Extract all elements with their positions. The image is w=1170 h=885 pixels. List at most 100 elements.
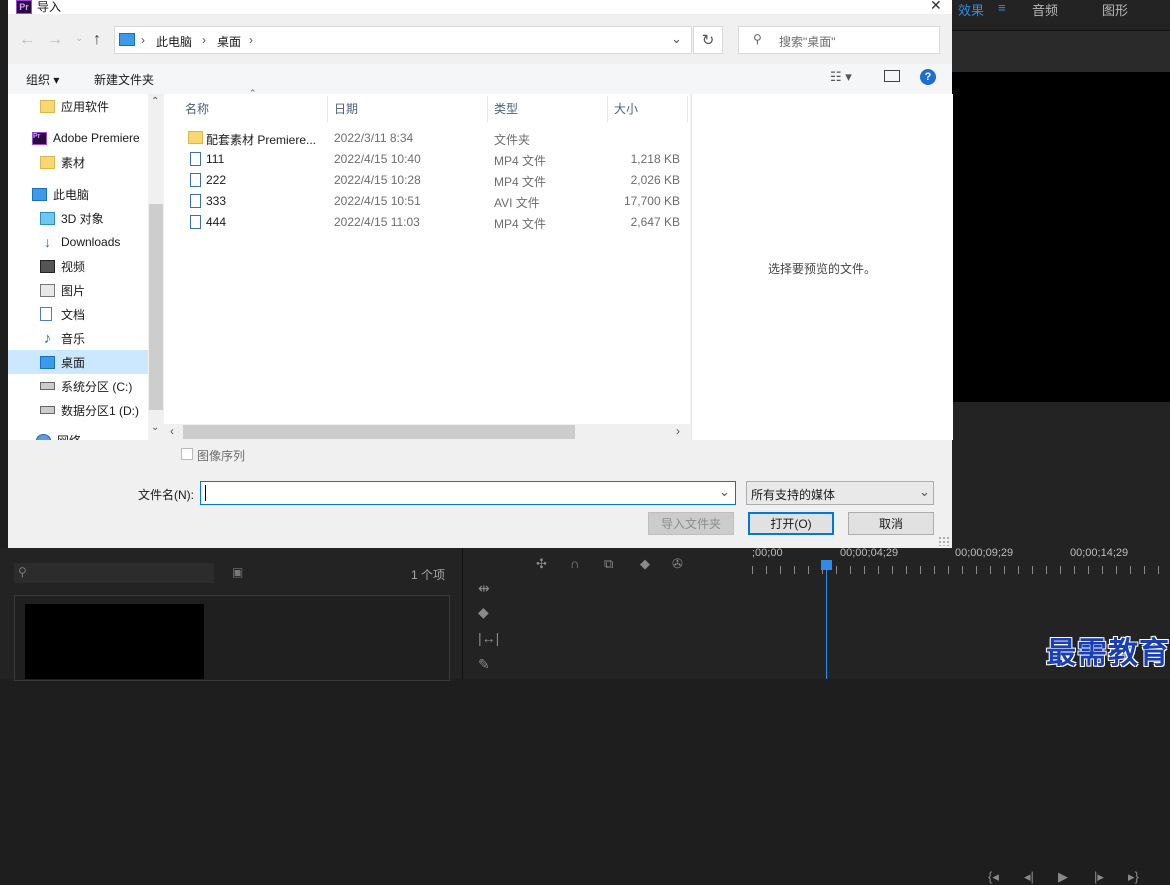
filename-label: 文件名(N): — [138, 488, 194, 502]
file-row-444[interactable]: 444 2022/4/15 11:03 MP4 文件 2,647 KB — [164, 212, 690, 233]
sidebar-item-label: 数据分区1 (D:) — [61, 403, 140, 418]
drive-icon — [40, 406, 55, 414]
nest-icon[interactable]: ✣ — [536, 556, 547, 572]
sidebar-item-music[interactable]: ♪ 音乐 — [8, 326, 148, 350]
search-icon: ⚲ — [18, 565, 27, 579]
cancel-button[interactable]: 取消 — [848, 512, 934, 535]
sidebar-item-drive-c[interactable]: 系统分区 (C:) — [8, 374, 148, 398]
address-bar[interactable]: › 此电脑 › 桌面 › ⌄ — [114, 26, 692, 54]
dialog-toolbar: 组织 ▾ 新建文件夹 ☷ ▾ ? — [8, 64, 952, 94]
sidebar-item-label: 此电脑 — [53, 187, 90, 202]
play-icon[interactable]: ▶ — [1058, 869, 1068, 885]
refresh-button[interactable]: ↻ — [693, 26, 723, 54]
import-folder-button[interactable]: 导入文件夹 — [648, 512, 734, 535]
breadcrumb-separator-icon: › — [202, 33, 206, 47]
folder-icon — [40, 99, 55, 113]
sidebar-item-label: 系统分区 (C:) — [61, 379, 133, 394]
back-arrow-icon[interactable]: ← — [19, 31, 35, 49]
snap-magnet-icon[interactable]: ∩ — [570, 556, 579, 571]
new-folder-button[interactable]: 新建文件夹 — [94, 71, 154, 88]
sidebar-item-videos[interactable]: 视频 — [8, 254, 148, 278]
scroll-right-icon[interactable]: › — [676, 424, 680, 438]
timeline-ruler[interactable] — [752, 566, 1170, 574]
project-item-count: 1 个项 — [411, 568, 446, 582]
sidebar-item-downloads[interactable]: ↓ Downloads — [8, 230, 148, 254]
pc-icon — [32, 187, 47, 201]
tab-graphics[interactable]: 图形 — [1102, 0, 1128, 19]
filename-dropdown-icon[interactable]: ⌄ — [719, 484, 730, 500]
sidebar-item-label: 桌面 — [61, 355, 86, 370]
desktop-icon — [40, 355, 55, 369]
navigation-scroll-thumb[interactable] — [149, 204, 163, 410]
slip-icon[interactable]: |↔| — [478, 630, 499, 646]
dialog-title: 导入 — [37, 0, 62, 14]
column-header-name[interactable]: 名称 — [164, 96, 328, 122]
sidebar-item-adobe-premiere[interactable]: Pr Adobe Premiere — [8, 126, 148, 150]
project-search-input[interactable]: ⚲ — [14, 563, 214, 583]
step-forward-icon[interactable]: |▸ — [1094, 869, 1104, 885]
recent-chevron-icon[interactable]: ⌄ — [75, 33, 83, 44]
tab-audio[interactable]: 音频 — [1032, 0, 1058, 19]
wrench-icon[interactable]: ✇ — [672, 556, 683, 572]
document-icon — [40, 307, 52, 321]
timecode-2: 00;00;09;29 — [955, 547, 1014, 559]
filename-input[interactable]: ⌄ — [200, 481, 736, 505]
menu-lines-icon[interactable]: ≡ — [998, 0, 1006, 15]
preview-pane-icon[interactable] — [884, 70, 900, 82]
resize-grip[interactable] — [938, 536, 950, 546]
file-size: 1,218 KB — [630, 152, 680, 166]
sidebar-item-apps[interactable]: 应用软件 — [8, 94, 148, 118]
sidebar-item-this-pc[interactable]: 此电脑 — [8, 182, 148, 206]
ripple-edit-icon[interactable]: ⇹ — [478, 580, 490, 597]
go-to-out-icon[interactable]: ▸} — [1128, 869, 1139, 885]
linked-selection-icon[interactable]: ⧉ — [604, 556, 613, 572]
sidebar-item-3d-objects[interactable]: 3D 对象 — [8, 206, 148, 230]
forward-arrow-icon[interactable]: → — [47, 31, 63, 49]
file-name: 配套素材 Premiere... — [206, 133, 317, 147]
sidebar-item-assets[interactable]: 素材 — [8, 150, 148, 174]
up-arrow-icon[interactable]: ↑ — [93, 31, 101, 49]
help-icon[interactable]: ? — [920, 69, 936, 85]
close-icon[interactable]: ✕ — [930, 0, 942, 14]
column-header-size[interactable]: 大小 — [608, 96, 688, 122]
image-sequence-checkbox[interactable] — [181, 448, 193, 460]
sidebar-item-drive-d[interactable]: 数据分区1 (D:) — [8, 398, 148, 422]
file-name: 222 — [206, 173, 227, 187]
organize-button[interactable]: 组织 ▾ — [26, 71, 59, 88]
timecode-1: 00;00;04;29 — [840, 547, 899, 559]
step-back-icon[interactable]: ◂| — [1024, 869, 1034, 885]
column-header-type[interactable]: 类型 — [488, 96, 608, 122]
view-options-icon[interactable]: ☷ ▾ — [830, 69, 852, 85]
file-row-folder[interactable]: 配套素材 Premiere... 2022/3/11 8:34 文件夹 — [164, 128, 690, 149]
sidebar-item-documents[interactable]: 文档 — [8, 302, 148, 326]
go-to-in-icon[interactable]: {◂ — [988, 869, 999, 885]
column-header-date[interactable]: 日期 — [328, 96, 488, 122]
breadcrumb-desktop[interactable]: 桌面 — [217, 33, 241, 50]
pen-icon[interactable]: ✎ — [478, 656, 490, 673]
sidebar-item-network[interactable]: 网络 — [8, 428, 148, 440]
sidebar-item-pictures[interactable]: 图片 — [8, 278, 148, 302]
timecode-3: 00;00;14;29 — [1070, 547, 1129, 559]
sidebar-item-desktop[interactable]: 桌面 — [8, 350, 148, 374]
tab-effects[interactable]: 效果 — [958, 0, 984, 19]
bin-icon[interactable]: ▣ — [232, 565, 243, 579]
scroll-up-icon[interactable]: ⌃ — [151, 96, 159, 107]
video-file-icon — [190, 173, 201, 187]
file-row-222[interactable]: 222 2022/4/15 10:28 MP4 文件 2,026 KB — [164, 170, 690, 191]
scroll-down-icon[interactable]: ⌄ — [151, 422, 159, 433]
file-row-111[interactable]: 111 2022/4/15 10:40 MP4 文件 1,218 KB — [164, 149, 690, 170]
add-marker-icon[interactable]: ◆ — [640, 556, 650, 572]
file-type: MP4 文件 — [494, 217, 547, 231]
address-dropdown-icon[interactable]: ⌄ — [671, 31, 682, 47]
file-row-333[interactable]: 333 2022/4/15 10:51 AVI 文件 17,700 KB — [164, 191, 690, 212]
razor-icon[interactable]: ◆ — [478, 604, 489, 621]
scroll-left-icon[interactable]: ‹ — [170, 424, 174, 438]
file-date: 2022/4/15 10:40 — [334, 152, 421, 166]
search-input[interactable]: ⚲ 搜索"桌面" — [738, 26, 940, 54]
playhead-line[interactable] — [826, 566, 827, 679]
project-item-thumbnail[interactable] — [25, 604, 204, 679]
open-button[interactable]: 打开(O) — [748, 512, 834, 535]
horizontal-scroll-thumb[interactable] — [183, 425, 575, 439]
filetype-select[interactable]: 所有支持的媒体 ⌄ — [746, 481, 934, 505]
breadcrumb-this-pc[interactable]: 此电脑 — [156, 33, 192, 50]
